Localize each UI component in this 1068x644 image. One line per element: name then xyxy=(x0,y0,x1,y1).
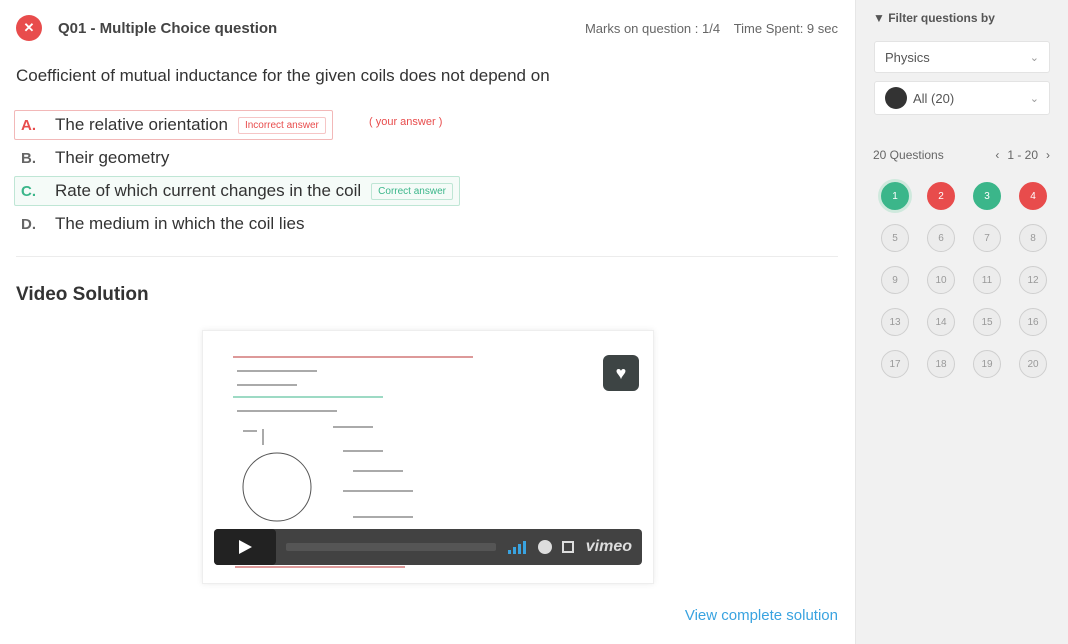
question-bubble[interactable]: 16 xyxy=(1019,308,1047,336)
chevron-down-icon: ⌄ xyxy=(1029,51,1039,64)
question-bubble[interactable]: 9 xyxy=(881,266,909,294)
option-text: The medium in which the coil lies xyxy=(55,214,305,233)
status-select[interactable]: All (20) ⌄ xyxy=(874,81,1050,115)
option-d[interactable]: D. The medium in which the coil lies xyxy=(14,209,460,239)
options-list: A. The relative orientation Incorrect an… xyxy=(14,110,460,242)
question-bubble[interactable]: 6 xyxy=(927,224,955,252)
question-count: 20 Questions xyxy=(873,148,944,162)
next-page-button[interactable]: › xyxy=(1046,148,1050,162)
video-solution-title: Video Solution xyxy=(16,284,149,305)
fullscreen-icon[interactable] xyxy=(561,541,574,553)
option-c[interactable]: C. Rate of which current changes in the … xyxy=(14,176,460,206)
question-header: ✕ Q01 - Multiple Choice question Marks o… xyxy=(16,14,838,42)
question-bubble[interactable]: 14 xyxy=(927,308,955,336)
question-text: Coefficient of mutual inductance for the… xyxy=(16,66,550,85)
question-bubble[interactable]: 5 xyxy=(881,224,909,252)
question-bubble[interactable]: 15 xyxy=(973,308,1001,336)
question-bubble[interactable]: 19 xyxy=(973,350,1001,378)
section-divider xyxy=(16,256,838,257)
filter-label: ▼ Filter questions by xyxy=(873,11,995,25)
question-bubble[interactable]: 3 xyxy=(973,182,1001,210)
option-letter: C. xyxy=(21,182,36,200)
question-grid: 1 2 3 4 5 6 7 8 9 10 11 12 13 14 15 16 17 18 19 20 xyxy=(881,182,1047,378)
incorrect-status-icon: ✕ xyxy=(16,15,42,41)
subject-value: Physics xyxy=(885,49,930,65)
question-meta: Marks on question : 1/4 Time Spent: 9 se… xyxy=(575,21,838,36)
subject-select[interactable]: Physics ⌄ xyxy=(874,41,1050,73)
pager: ‹ 1 - 20 › xyxy=(995,148,1050,162)
marks-label: Marks on question : 1/4 xyxy=(584,20,721,36)
status-value: All (20) xyxy=(913,90,955,106)
question-bubble[interactable]: 18 xyxy=(927,350,955,378)
question-bubble[interactable]: 20 xyxy=(1019,350,1047,378)
chevron-down-icon: ⌄ xyxy=(1029,92,1039,105)
option-letter: A. xyxy=(21,116,36,134)
option-text: Their geometry xyxy=(55,148,170,167)
progress-bar[interactable] xyxy=(286,543,496,551)
question-bubble[interactable]: 8 xyxy=(1019,224,1047,252)
main-panel: ✕ Q01 - Multiple Choice question Marks o… xyxy=(0,0,855,644)
question-bubble[interactable]: 7 xyxy=(973,224,1001,252)
option-text: Rate of which current changes in the coi… xyxy=(55,181,362,200)
player-controls: vimeo xyxy=(214,529,642,565)
avatar xyxy=(885,87,907,109)
time-spent-label: Time Spent: 9 sec xyxy=(733,20,838,36)
your-answer-label: ( your answer ) xyxy=(369,116,443,128)
option-b[interactable]: B. Their geometry xyxy=(14,143,460,173)
question-bubble[interactable]: 11 xyxy=(973,266,1001,294)
question-bubble[interactable]: 13 xyxy=(881,308,909,336)
option-text: The relative orientation xyxy=(55,115,228,134)
option-a[interactable]: A. The relative orientation Incorrect an… xyxy=(14,110,333,140)
question-bubble[interactable]: 2 xyxy=(927,182,955,210)
option-letter: B. xyxy=(21,149,36,167)
incorrect-answer-tag: Incorrect answer xyxy=(237,116,326,134)
question-bubble[interactable]: 10 xyxy=(927,266,955,294)
like-heart-icon[interactable]: ♥ xyxy=(603,355,639,391)
question-sidebar: ▼ Filter questions by Physics ⌄ All (20)… xyxy=(855,0,1068,644)
play-button[interactable] xyxy=(214,529,276,565)
prev-page-button[interactable]: ‹ xyxy=(995,148,999,162)
volume-icon[interactable] xyxy=(506,540,530,554)
option-letter: D. xyxy=(21,215,36,233)
settings-gear-icon[interactable] xyxy=(537,540,552,554)
correct-answer-tag: Correct answer xyxy=(371,182,453,200)
video-player[interactable]: ♥ vimeo xyxy=(202,330,654,584)
play-icon xyxy=(239,540,252,554)
question-title: Q01 - Multiple Choice question xyxy=(58,19,278,37)
page-range: 1 - 20 xyxy=(1007,148,1038,162)
question-bubble[interactable]: 4 xyxy=(1019,182,1047,210)
question-bubble[interactable]: 1 xyxy=(881,182,909,210)
view-complete-solution-link[interactable]: View complete solution xyxy=(685,607,838,624)
question-bubble[interactable]: 17 xyxy=(881,350,909,378)
question-bubble[interactable]: 12 xyxy=(1019,266,1047,294)
vimeo-logo[interactable]: vimeo xyxy=(586,538,632,556)
